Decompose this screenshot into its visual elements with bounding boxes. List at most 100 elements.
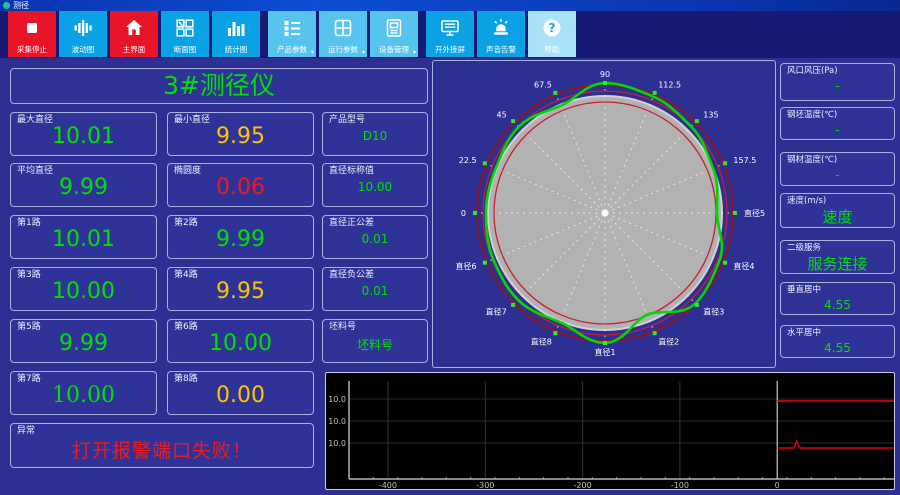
field-path-1: 第1路 10.01 [10,215,157,259]
toolbar-button-wave-chart[interactable]: 波动图 [59,11,107,57]
stop-icon [22,18,42,38]
toolbar-button-sound-alarm[interactable]: 声音告警 [477,11,525,57]
field-value: 10.00 [52,383,115,408]
svg-text:135: 135 [703,111,718,120]
field-value: 0.06 [216,175,265,200]
toolbar-button-main-screen[interactable]: 主界面 [110,11,158,57]
status-box-horizontal-centering: 水平居中 4.55 [780,325,895,358]
svg-text:直径4: 直径4 [733,261,754,271]
svg-text:157.5: 157.5 [733,156,756,165]
svg-text:直径2: 直径2 [658,336,679,346]
toolbar-button-stop-collect[interactable]: 采集停止 [8,11,56,57]
svg-text:直径5: 直径5 [744,208,765,218]
svg-text:直径3: 直径3 [703,306,724,316]
svg-text:?: ? [549,21,556,35]
screen-icon [440,18,460,38]
status-value: 服务连接 [807,255,868,273]
toolbar-button-stats-chart[interactable]: 统计图 [212,11,260,57]
svg-text:67.5: 67.5 [534,81,552,90]
status-label: 钢材温度(℃) [787,155,838,165]
field-exception: 异常 打开报警端口失败！ [10,423,314,468]
toolbar-button-label: 运行参数 [328,45,358,54]
field-label: 产品型号 [329,115,366,125]
home-icon [124,18,144,38]
toolbar-button-device-mgmt[interactable]: 设备管理 ▾ [370,11,418,57]
toolbar-button-label: 主界面 [122,45,146,54]
svg-text:-300: -300 [476,481,494,489]
field-min-diameter: 最小直径 9.95 [167,112,314,156]
field-label: 直径负公差 [329,270,375,280]
field-path-3: 第3路 10.00 [10,267,157,311]
status-box-billet-temperature: 钢坯温度(℃) - [780,107,895,140]
toolbar-button-label: 波动图 [71,45,95,54]
app-window: 测径 采集停止 波动图 主界面 断面图 统计图 产品参数 ▾ 运行参数 ▾ 设备管理 ▾ 开外接屏 声音… [0,0,900,495]
field-value: 9.99 [216,227,265,252]
field-value: 10.00 [357,180,393,194]
field-plus-tolerance: 直径正公差 0.01 [322,215,428,259]
toolbar-button-run-params[interactable]: 运行参数 ▾ [319,11,367,57]
status-value: 4.55 [824,298,851,312]
gauge-title: 3#测径仪 [10,68,428,104]
toolbar-group-2: 产品参数 ▾ 运行参数 ▾ 设备管理 ▾ [268,11,418,57]
toolbar-button-external-screen[interactable]: 开外接屏 [426,11,474,57]
status-value: - [835,168,840,182]
field-avg-diameter: 平均直径 9.99 [10,163,157,207]
field-path-6: 第6路 10.00 [167,319,314,363]
status-value: - [835,123,840,137]
window-title: 测径 [13,0,29,10]
field-product-model: 产品型号 D10 [322,112,428,156]
toolbar-button-label: 帮助 [544,45,560,54]
field-value: 10.00 [209,331,272,356]
field-value: 9.95 [216,279,265,304]
dropdown-arrow-icon: ▾ [412,49,416,56]
toolbar-button-product-params[interactable]: 产品参数 ▾ [268,11,316,57]
svg-text:90: 90 [600,70,610,79]
toolbar-button-help[interactable]: ? 帮助 [528,11,576,57]
status-value: 速度 [822,208,853,226]
svg-text:10.0: 10.0 [328,439,346,448]
device-icon [384,18,404,38]
field-value: 坯料号 [356,338,393,352]
stats-icon [226,18,246,38]
field-value: 0.00 [216,383,265,408]
status-label: 风口风压(Pa) [787,66,838,76]
svg-text:0: 0 [461,209,466,218]
toolbar-button-label: 统计图 [224,45,248,54]
svg-text:45: 45 [497,111,507,120]
svg-text:22.5: 22.5 [459,156,477,165]
toolbar-group-3: 开外接屏 声音告警? 帮助 [426,11,576,57]
field-path-2: 第2路 9.99 [167,215,314,259]
svg-text:112.5: 112.5 [658,81,681,90]
field-path-8: 第8路 0.00 [167,371,314,415]
field-path-5: 第5路 9.99 [10,319,157,363]
status-box-speed: 速度(m/s) 速度 [780,193,895,228]
status-value: 4.55 [824,341,851,355]
alarm-icon [491,18,511,38]
toolbar-button-label: 产品参数 [277,45,307,54]
field-value: 0.01 [361,284,389,298]
toolbar-button-section-chart[interactable]: 断面图 [161,11,209,57]
toolbar-button-label: 声音告警 [486,45,516,54]
toolbar-group-1: 采集停止 波动图 主界面 断面图 统计图 [8,11,260,57]
field-value: 打开报警端口失败！ [71,440,252,462]
svg-text:直径1: 直径1 [594,347,615,357]
status-box-steel-temperature: 钢材温度(℃) - [780,152,895,186]
grid-icon [333,18,353,38]
status-box-level2-service: 二级服务 服务连接 [780,240,895,274]
toolbar-button-label: 断面图 [173,45,197,54]
status-box-tuyere-pressure: 风口风压(Pa) - [780,63,895,101]
dropdown-arrow-icon: ▾ [310,49,314,56]
dropdown-arrow-icon: ▾ [361,49,365,56]
field-label: 直径正公差 [329,218,375,228]
cross-section-chart-panel: 直径5 157.5 135 112.5 90 67.5 45 22.5 0 直径6 直径7 直径8 直径… [432,60,776,368]
toolbar: 采集停止 波动图 主界面 断面图 统计图 产品参数 ▾ 运行参数 ▾ 设备管理 ▾ 开外接屏 声音告警?… [0,11,900,58]
list-icon [282,18,302,38]
toolbar-button-label: 开外接屏 [435,45,465,54]
field-label: 直径标称值 [329,166,375,176]
status-label: 钢坯温度(℃) [787,110,838,120]
toolbar-button-label: 设备管理 [379,45,409,54]
trend-chart-panel: 10.0 10.0 10.0 -400 -300 -200 -100 0 [325,372,895,490]
svg-text:10.0: 10.0 [328,417,346,426]
field-value: 10.01 [52,227,115,252]
field-value: 0.01 [361,232,389,246]
